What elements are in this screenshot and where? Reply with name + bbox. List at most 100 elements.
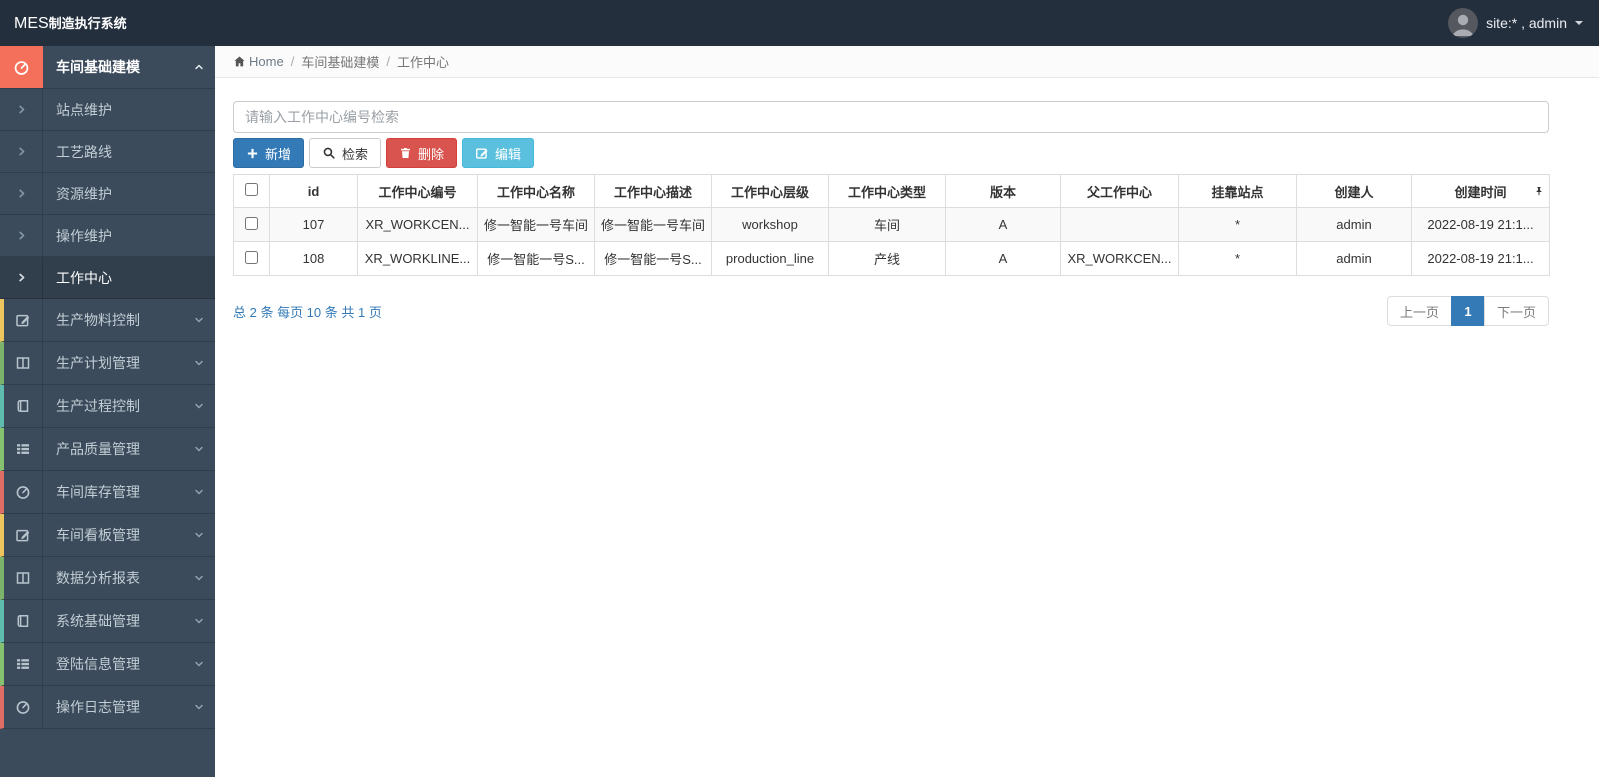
sidebar-item-login-info-management[interactable]: 登陆信息管理 <box>0 643 215 686</box>
sidebar-group-workshop-modeling[interactable]: 车间基础建模 <box>0 46 215 89</box>
cell-work-center-level: workshop <box>711 207 829 242</box>
sidebar-item-label: 操作维护 <box>56 227 112 244</box>
list-icon <box>4 643 43 685</box>
home-icon <box>234 56 245 67</box>
select-all-checkbox[interactable] <box>245 183 258 196</box>
next-page-button[interactable]: 下一页 <box>1483 296 1549 326</box>
column-header-work-center-level[interactable]: 工作中心层级 <box>711 174 829 208</box>
app-logo-text: 制造执行系统 <box>48 16 127 31</box>
cell-creator: admin <box>1296 241 1412 276</box>
add-button[interactable]: 新增 <box>233 138 305 168</box>
work-center-table: id 工作中心编号 工作中心名称 工作中心描述 工作中心层级 工作中心类型 版本… <box>233 174 1550 276</box>
list-icon <box>4 428 43 470</box>
sidebar-item-label: 操作日志管理 <box>56 699 140 715</box>
sidebar-item-production-material-control[interactable]: 生产物料控制 <box>0 299 215 342</box>
table-row: 107 XR_WORKCEN... 修一智能一号车间 修一智能一号车间 work… <box>233 207 1550 242</box>
gauge-icon <box>4 471 43 513</box>
gauge-icon <box>0 46 43 88</box>
sidebar-item-workshop-board-management[interactable]: 车间看板管理 <box>0 514 215 557</box>
user-avatar <box>1448 8 1479 38</box>
breadcrumb-home-link[interactable]: Home <box>233 54 284 69</box>
cell-parent-work-center <box>1060 207 1179 242</box>
main-content: Home / 车间基础建模 / 工作中心 新增 检索 删除 <box>215 46 1599 777</box>
cell-work-center-name: 修一智能一号S... <box>477 241 595 276</box>
column-header-work-center-code[interactable]: 工作中心编号 <box>357 174 478 208</box>
column-header-work-center-type[interactable]: 工作中心类型 <box>828 174 946 208</box>
book-icon <box>4 385 43 427</box>
sidebar-item-site-maintenance[interactable]: 站点维护 <box>0 89 215 131</box>
cell-create-time: 2022-08-19 21:1... <box>1411 207 1550 242</box>
cell-id: 108 <box>269 241 358 276</box>
cell-create-time: 2022-08-19 21:1... <box>1411 241 1550 276</box>
sidebar-item-work-center[interactable]: 工作中心 <box>0 257 215 299</box>
sidebar-group-label: 车间基础建模 <box>56 59 140 75</box>
column-header-creator[interactable]: 创建人 <box>1296 174 1412 208</box>
sidebar-item-production-process-control[interactable]: 生产过程控制 <box>0 385 215 428</box>
column-header-create-time[interactable]: 创建时间 <box>1411 174 1550 208</box>
cell-work-center-code: XR_WORKLINE... <box>357 241 478 276</box>
cell-creator: admin <box>1296 207 1412 242</box>
edit-button[interactable]: 编辑 <box>462 138 535 168</box>
chevron-down-icon <box>183 686 215 728</box>
chevron-up-icon <box>183 46 215 88</box>
app-logo-bold: MES <box>14 15 49 32</box>
pushpin-icon[interactable] <box>1534 186 1544 197</box>
breadcrumb-item-workshop-modeling[interactable]: 车间基础建模 <box>301 52 379 71</box>
column-header-work-center-name[interactable]: 工作中心名称 <box>477 174 595 208</box>
edit-icon <box>4 514 43 556</box>
column-header-version[interactable]: 版本 <box>945 174 1061 208</box>
table-header-row: id 工作中心编号 工作中心名称 工作中心描述 工作中心层级 工作中心类型 版本… <box>233 174 1550 208</box>
cell-work-center-type: 车间 <box>828 207 946 242</box>
page-1-button[interactable]: 1 <box>1450 296 1485 326</box>
column-header-parent-work-center[interactable]: 父工作中心 <box>1060 174 1179 208</box>
column-header-id[interactable]: id <box>269 174 358 208</box>
user-caret-down-icon <box>1575 21 1583 25</box>
sidebar-item-resource-maintenance[interactable]: 资源维护 <box>0 173 215 215</box>
breadcrumb-separator: / <box>386 54 390 69</box>
sidebar-item-operation-log-management[interactable]: 操作日志管理 <box>0 686 215 729</box>
chevron-down-icon <box>183 428 215 470</box>
sidebar-item-system-basic-management[interactable]: 系统基础管理 <box>0 600 215 643</box>
row-checkbox[interactable] <box>245 250 258 264</box>
columns-icon <box>4 342 43 384</box>
user-menu[interactable]: site:* , admin <box>1448 8 1583 38</box>
book-icon <box>4 600 43 642</box>
work-center-search-input[interactable] <box>233 101 1549 133</box>
cell-parent-work-center: XR_WORKCEN... <box>1060 241 1179 276</box>
chevron-down-icon <box>183 514 215 556</box>
columns-icon <box>4 557 43 599</box>
row-checkbox[interactable] <box>245 216 258 230</box>
sidebar-nav: 车间基础建模 站点维护 工艺路线 资源维护 操作维护 工作中心 生产物料控制 生… <box>0 46 215 777</box>
chevron-down-icon <box>183 557 215 599</box>
sidebar-item-workshop-inventory-management[interactable]: 车间库存管理 <box>0 471 215 514</box>
column-header-attached-site[interactable]: 挂靠站点 <box>1178 174 1297 208</box>
cell-work-center-name: 修一智能一号车间 <box>477 207 595 242</box>
sidebar-item-operation-maintenance[interactable]: 操作维护 <box>0 215 215 257</box>
chevron-right-icon <box>0 215 43 256</box>
user-label: site:* , admin <box>1486 15 1567 31</box>
sidebar-item-data-analysis-report[interactable]: 数据分析报表 <box>0 557 215 600</box>
sidebar-item-product-quality-management[interactable]: 产品质量管理 <box>0 428 215 471</box>
chevron-down-icon <box>183 299 215 341</box>
chevron-right-icon <box>0 89 43 130</box>
cell-work-center-desc: 修一智能一号S... <box>594 241 712 276</box>
cell-work-center-code: XR_WORKCEN... <box>357 207 478 242</box>
sidebar-item-production-plan-management[interactable]: 生产计划管理 <box>0 342 215 385</box>
column-header-work-center-desc[interactable]: 工作中心描述 <box>594 174 712 208</box>
prev-page-button[interactable]: 上一页 <box>1386 296 1452 326</box>
sidebar-item-label: 车间看板管理 <box>56 527 140 543</box>
sidebar-item-process-route[interactable]: 工艺路线 <box>0 131 215 173</box>
sidebar-item-label: 数据分析报表 <box>56 570 140 586</box>
cell-version: A <box>945 241 1061 276</box>
plus-icon <box>247 148 258 158</box>
pagination-summary: 总 2 条 每页 10 条 共 1 页 <box>233 304 382 320</box>
cell-attached-site: * <box>1178 207 1297 242</box>
delete-button[interactable]: 删除 <box>386 138 458 168</box>
sidebar-item-label: 生产物料控制 <box>56 312 140 328</box>
sidebar-item-label: 资源维护 <box>56 185 112 202</box>
search-button[interactable]: 检索 <box>309 138 382 168</box>
row-select-cell <box>233 241 270 276</box>
sidebar-item-label: 工作中心 <box>56 269 112 286</box>
cell-id: 107 <box>269 207 358 242</box>
chevron-down-icon <box>183 600 215 642</box>
